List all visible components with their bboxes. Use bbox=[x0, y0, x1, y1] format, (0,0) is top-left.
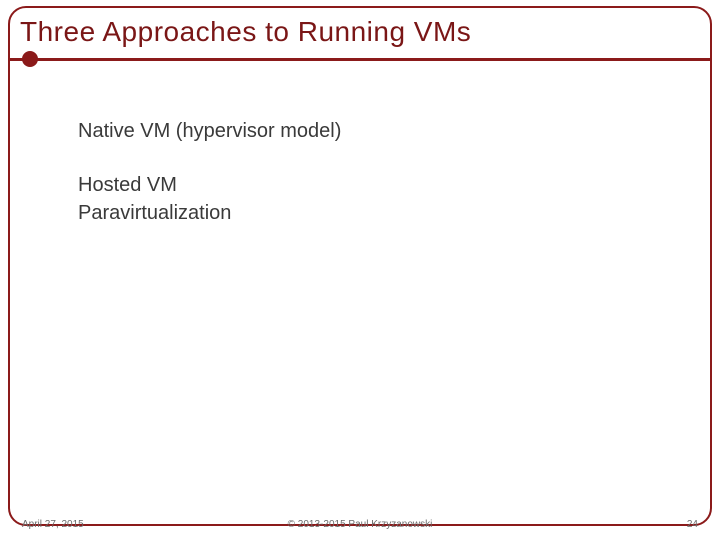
footer-copyright: © 2013-2015 Paul Krzyzanowski bbox=[8, 519, 712, 530]
title-rule bbox=[8, 58, 712, 61]
bullet-paravirtualization: Paravirtualization bbox=[78, 200, 341, 226]
slide-footer: April 27, 2015 © 2013-2015 Paul Krzyzano… bbox=[8, 512, 712, 534]
slide-title: Three Approaches to Running VMs bbox=[20, 16, 471, 48]
bullet-native-vm: Native VM (hypervisor model) bbox=[78, 118, 341, 144]
bullet-hosted-vm: Hosted VM bbox=[78, 172, 341, 198]
title-dot-icon bbox=[22, 51, 38, 67]
footer-page-number: 24 bbox=[687, 519, 698, 530]
slide-frame bbox=[8, 6, 712, 526]
slide-body: Native VM (hypervisor model) Hosted VM P… bbox=[78, 118, 341, 226]
